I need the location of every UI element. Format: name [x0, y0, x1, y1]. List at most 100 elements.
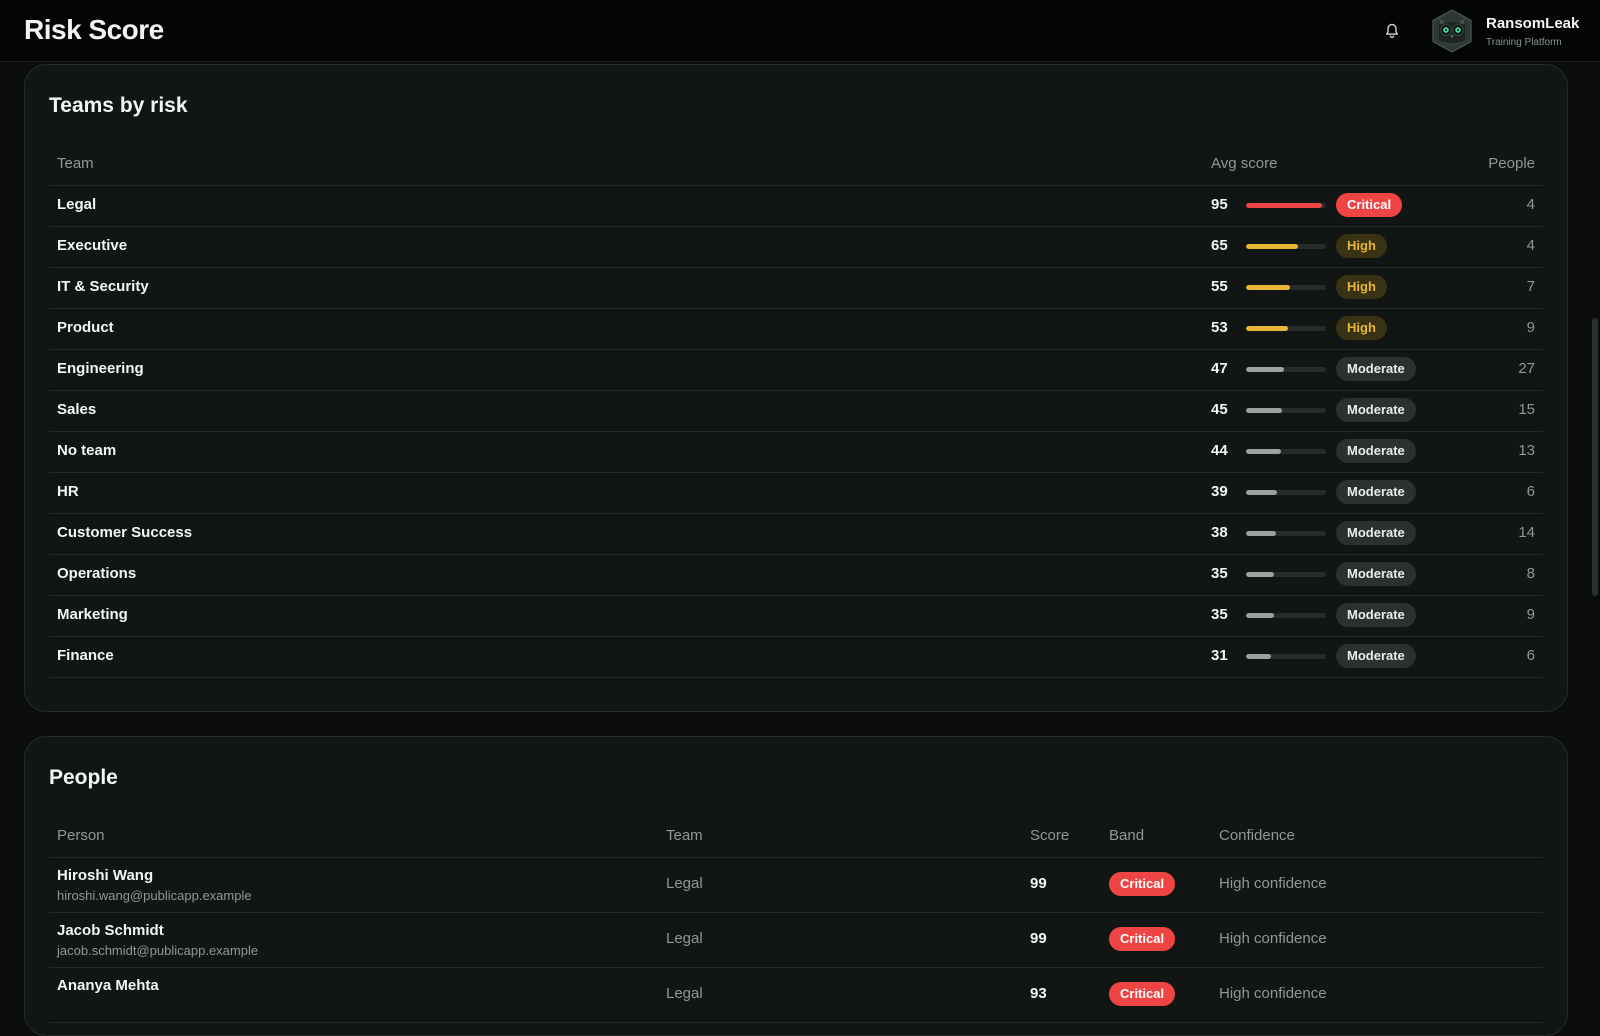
people-count: 4 [1526, 196, 1535, 213]
table-row[interactable]: Operations 35 Moderate 8 [49, 554, 1543, 596]
table-row[interactable]: Customer Success 38 Moderate 14 [49, 513, 1543, 555]
scrollbar-thumb[interactable] [1592, 318, 1598, 596]
score-bar-fill [1246, 572, 1274, 577]
score-bar-fill [1246, 613, 1274, 618]
avg-score: 44 [1211, 442, 1228, 459]
band-badge: Moderate [1336, 357, 1416, 381]
band-badge: Moderate [1336, 398, 1416, 422]
band-badge: High [1336, 275, 1387, 299]
people-count: 9 [1526, 319, 1535, 336]
teams-by-risk-card: Teams by risk Team Avg score People Lega… [24, 64, 1568, 712]
avg-score: 95 [1211, 196, 1228, 213]
person-team: Legal [666, 875, 703, 892]
score-bar-fill [1246, 326, 1289, 331]
avg-score: 55 [1211, 278, 1228, 295]
band-badge: High [1336, 234, 1387, 258]
band-badge: Critical [1109, 982, 1176, 1006]
people-count: 15 [1518, 401, 1535, 418]
team-name: No team [57, 442, 117, 459]
person-name[interactable]: Jacob Schmidt [57, 922, 164, 939]
score-bar [1246, 654, 1326, 659]
table-row[interactable]: Ananya Mehta Legal 93 Critical High confiden… [49, 967, 1543, 1023]
team-name: Finance [57, 647, 114, 664]
column-band: Band [1109, 827, 1145, 844]
avg-score: 45 [1211, 401, 1228, 418]
confidence-label: High confidence [1219, 985, 1327, 1002]
people-count: 27 [1518, 360, 1535, 377]
top-bar: Risk Score RansomLeak Training Platform [0, 0, 1600, 62]
owl-logo-icon [1430, 9, 1474, 53]
table-row[interactable]: Hiroshi Wang hiroshi.wang@publicapp.examp… [49, 857, 1543, 913]
column-people: People [1488, 155, 1535, 172]
score-bar [1246, 449, 1326, 454]
band-badge: Moderate [1336, 603, 1416, 627]
people-count: 14 [1518, 524, 1535, 541]
table-row[interactable]: Marketing 35 Moderate 9 [49, 595, 1543, 637]
avg-score: 39 [1211, 483, 1228, 500]
avg-score: 35 [1211, 565, 1228, 582]
people-card: People Person Team Score Band Confidence… [24, 736, 1568, 1036]
team-name: IT & Security [57, 278, 149, 295]
band-badge: Moderate [1336, 562, 1416, 586]
table-row[interactable]: Jacob Schmidt jacob.schmidt@publicapp.exa… [49, 912, 1543, 968]
avg-score: 47 [1211, 360, 1228, 377]
score-bar [1246, 572, 1326, 577]
team-name: Legal [57, 196, 97, 213]
band-badge: Moderate [1336, 439, 1416, 463]
score-bar-fill [1246, 244, 1298, 249]
avg-score: 38 [1211, 524, 1228, 541]
confidence-label: High confidence [1219, 875, 1327, 892]
person-name[interactable]: Ananya Mehta [57, 977, 159, 994]
team-name: HR [57, 483, 79, 500]
bell-icon[interactable] [1382, 21, 1402, 41]
table-row[interactable]: No team 44 Moderate 13 [49, 431, 1543, 473]
band-badge: Critical [1109, 872, 1176, 896]
person-name[interactable]: Hiroshi Wang [57, 867, 153, 884]
column-confidence: Confidence [1219, 827, 1295, 844]
person-team: Legal [666, 985, 703, 1002]
band-badge: Moderate [1336, 480, 1416, 504]
teams-table-header: Team Avg score People [49, 143, 1543, 186]
score-bar-fill [1246, 449, 1282, 454]
score-bar-fill [1246, 654, 1271, 659]
score-bar [1246, 408, 1326, 413]
score-bar-fill [1246, 203, 1322, 208]
team-name: Executive [57, 237, 128, 254]
people-count: 6 [1526, 647, 1535, 664]
person-email: jacob.schmidt@publicapp.example [57, 943, 259, 958]
score-bar [1246, 244, 1326, 249]
people-count: 9 [1526, 606, 1535, 623]
score-bar [1246, 613, 1326, 618]
brand[interactable]: RansomLeak Training Platform [1430, 8, 1579, 54]
score-bar-fill [1246, 285, 1290, 290]
team-name: Engineering [57, 360, 144, 377]
table-row[interactable]: Product 53 High 9 [49, 308, 1543, 350]
avg-score: 35 [1211, 606, 1228, 623]
score-bar-fill [1246, 408, 1282, 413]
column-person: Person [57, 827, 105, 844]
column-team: Team [57, 155, 94, 172]
band-badge: Moderate [1336, 644, 1416, 668]
table-row[interactable]: Legal 95 Critical 4 [49, 185, 1543, 227]
table-row[interactable]: Sales 45 Moderate 15 [49, 390, 1543, 432]
table-row[interactable]: Finance 31 Moderate 6 [49, 636, 1543, 678]
confidence-label: High confidence [1219, 930, 1327, 947]
table-row[interactable]: HR 39 Moderate 6 [49, 472, 1543, 514]
band-badge: Critical [1336, 193, 1403, 217]
people-count: 8 [1526, 565, 1535, 582]
table-row[interactable]: Engineering 47 Moderate 27 [49, 349, 1543, 391]
people-card-title: People [49, 766, 118, 789]
person-score: 93 [1030, 985, 1047, 1002]
person-team: Legal [666, 930, 703, 947]
score-bar [1246, 326, 1326, 331]
person-email: hiroshi.wang@publicapp.example [57, 888, 252, 903]
band-badge: Critical [1109, 927, 1176, 951]
team-name: Product [57, 319, 114, 336]
score-bar-fill [1246, 531, 1277, 536]
team-name: Marketing [57, 606, 128, 623]
team-name: Sales [57, 401, 97, 418]
people-count: 4 [1526, 237, 1535, 254]
table-row[interactable]: Executive 65 High 4 [49, 226, 1543, 268]
table-row[interactable]: IT & Security 55 High 7 [49, 267, 1543, 309]
people-count: 7 [1526, 278, 1535, 295]
